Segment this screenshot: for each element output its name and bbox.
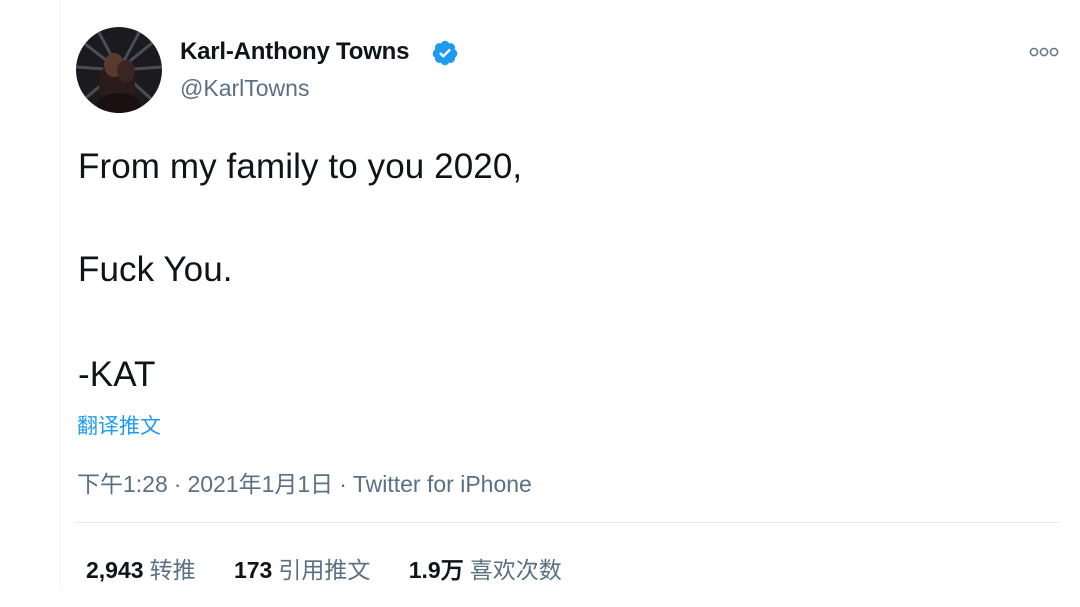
quotes-count: 173 bbox=[233, 557, 273, 583]
translate-tweet-link[interactable]: 翻译推文 bbox=[77, 410, 161, 440]
tweet-date[interactable]: 2021年1月1日 bbox=[187, 471, 333, 497]
retweets-count: 2,943 bbox=[86, 557, 144, 583]
likes-stat[interactable]: 1.9万 喜欢次数 bbox=[409, 551, 562, 585]
tweet-source[interactable]: Twitter for iPhone bbox=[353, 471, 532, 497]
meta-separator: · bbox=[339, 471, 347, 497]
quotes-stat[interactable]: 173 引用推文 bbox=[234, 551, 370, 585]
likes-count: 1.9万 bbox=[408, 557, 464, 583]
bottom-edge bbox=[0, 592, 1080, 607]
divider bbox=[75, 522, 1060, 523]
tweet-time[interactable]: 下午1:28 bbox=[77, 471, 168, 497]
tweet-text-line: -KAT bbox=[78, 355, 156, 394]
timeline-border bbox=[60, 0, 61, 590]
author-display-name[interactable]: Karl-Anthony Towns bbox=[180, 38, 409, 66]
tweet-text-line: From my family to you 2020, bbox=[78, 147, 523, 186]
verified-badge-icon bbox=[432, 40, 458, 66]
retweets-label: 转推 bbox=[149, 557, 196, 583]
avatar[interactable] bbox=[76, 27, 162, 113]
more-options-icon[interactable] bbox=[1026, 44, 1062, 60]
quotes-label: 引用推文 bbox=[278, 557, 371, 583]
meta-separator: · bbox=[173, 471, 182, 497]
author-handle[interactable]: @KarlTowns bbox=[180, 75, 309, 102]
tweet-text-line: Fuck You. bbox=[78, 250, 233, 289]
retweets-stat[interactable]: 2,943 转推 bbox=[86, 551, 196, 585]
engagement-stats: 2,943 转推 173 引用推文 1.9万 喜欢次数 bbox=[86, 551, 594, 585]
tweet-card: Karl-Anthony Towns @KarlTowns From my fa… bbox=[0, 0, 1080, 607]
likes-label: 喜欢次数 bbox=[469, 557, 562, 583]
tweet-metadata: 下午1:28 · 2021年1月1日 · Twitter for iPhone bbox=[77, 465, 532, 499]
